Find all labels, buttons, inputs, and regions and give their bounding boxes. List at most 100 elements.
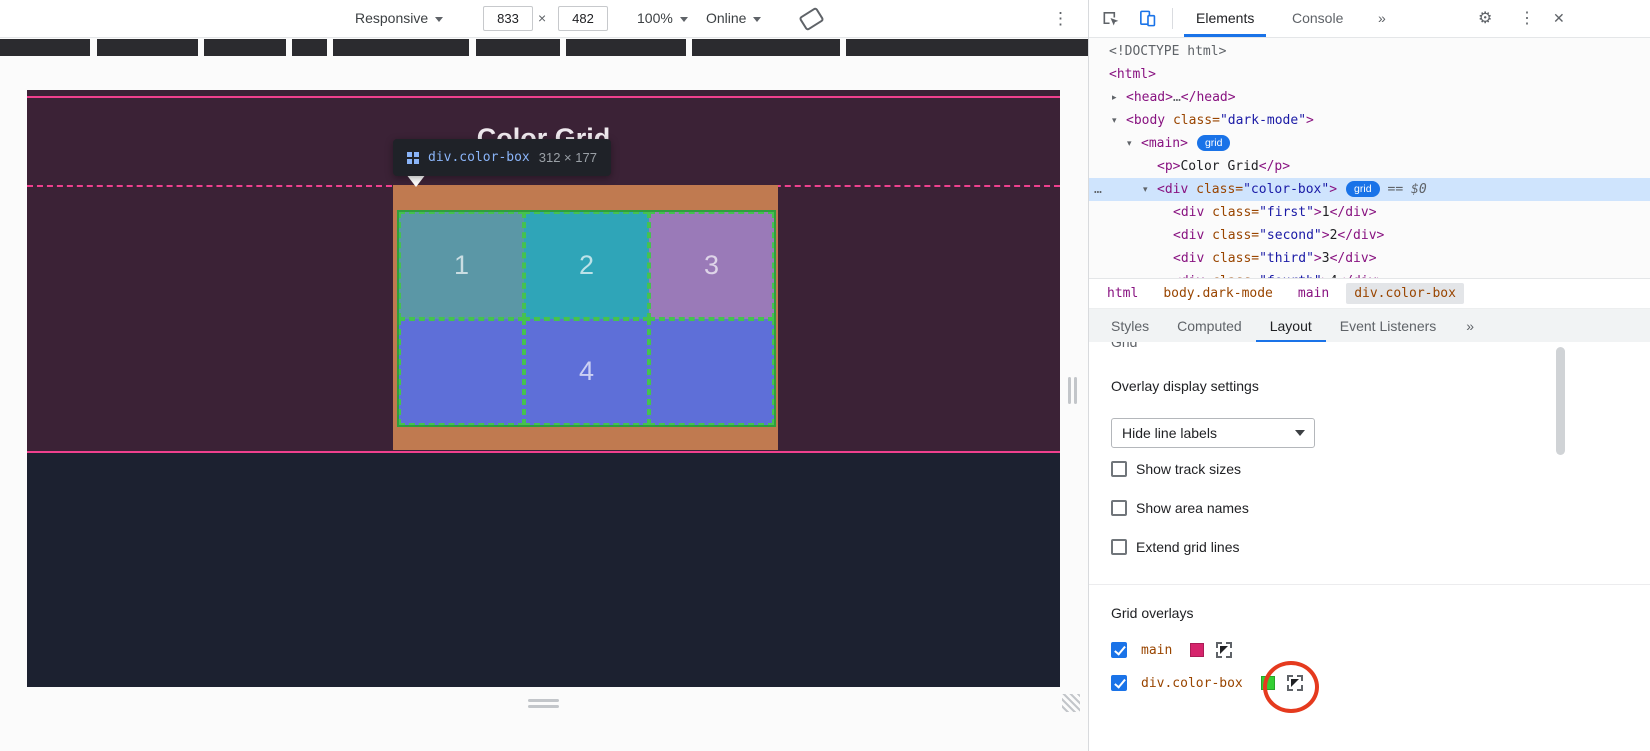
zoom-select[interactable]: 100%: [637, 0, 688, 37]
checkbox-unchecked[interactable]: [1111, 500, 1127, 516]
device-type-select[interactable]: Responsive: [355, 0, 444, 37]
overlay-element-label: div.color-box: [1141, 675, 1243, 691]
tree-row[interactable]: ▾ <main> grid: [1089, 132, 1650, 155]
checkbox-option[interactable]: Show track sizes: [1111, 457, 1241, 481]
breadcrumb-item[interactable]: main: [1290, 283, 1337, 304]
device-toolbar: Responsive 833 × 482 100% Online ⋮: [0, 0, 1088, 38]
checkbox-unchecked[interactable]: [1111, 539, 1127, 555]
tree-row[interactable]: <html>: [1089, 63, 1650, 86]
overlay-display-settings-title: Overlay display settings: [1111, 378, 1259, 394]
tab-styles[interactable]: Styles: [1097, 309, 1163, 343]
tooltip-dimensions: 312 × 177: [538, 150, 597, 165]
kebab-menu-icon[interactable]: ⋮: [1519, 0, 1535, 37]
throttle-select[interactable]: Online: [706, 0, 762, 37]
breadcrumb-item[interactable]: div.color-box: [1346, 283, 1464, 304]
viewport-width-input[interactable]: 833: [483, 6, 533, 31]
tree-row[interactable]: ▾ <body class="dark-mode">: [1089, 109, 1650, 132]
code-token: >: [1306, 113, 1314, 128]
code-token: </p>: [1258, 159, 1291, 174]
code-token: <main>: [1141, 136, 1188, 151]
grid-cell: 2: [524, 212, 649, 319]
twisty-down-icon[interactable]: ▾: [1112, 109, 1124, 132]
chevron-down-icon: [435, 16, 444, 22]
dimension-separator: ×: [538, 10, 547, 26]
gear-icon[interactable]: ⚙: [1478, 0, 1492, 37]
color-grid: 1234: [397, 210, 776, 427]
media-query-bar: [692, 39, 840, 56]
code-token: class=: [1204, 251, 1260, 266]
code-token: <body: [1126, 113, 1166, 128]
code-token: <div: [1157, 182, 1189, 197]
tree-row[interactable]: <!DOCTYPE html>: [1089, 40, 1650, 63]
tree-row[interactable]: <div class="second">2</div>: [1089, 224, 1650, 247]
viewport-resize-handle-bottom[interactable]: [528, 699, 559, 708]
tree-row[interactable]: <div class="first">1</div>: [1089, 201, 1650, 224]
kebab-menu-icon[interactable]: ⋮: [1052, 0, 1069, 37]
grid-cell: 3: [649, 212, 774, 319]
grid-overlay-row[interactable]: main: [1111, 638, 1233, 662]
viewport-resize-handle-right[interactable]: [1068, 377, 1077, 404]
code-token: <!DOCTYPE html>: [1109, 44, 1227, 59]
grid-badge[interactable]: grid: [1196, 135, 1231, 151]
media-query-bar: [0, 39, 90, 56]
code-token: 3: [1321, 251, 1330, 266]
checkbox-option[interactable]: Show area names: [1111, 496, 1249, 520]
chevron-down-icon: [679, 16, 688, 22]
checkbox-option[interactable]: Extend grid lines: [1111, 535, 1240, 559]
tab-layout[interactable]: Layout: [1256, 309, 1326, 343]
media-query-bar: [204, 39, 286, 56]
close-icon[interactable]: ✕: [1553, 0, 1565, 37]
checkbox-unchecked[interactable]: [1111, 461, 1127, 477]
throttle-value: Online: [706, 10, 747, 26]
rotate-viewport-icon[interactable]: [798, 6, 825, 32]
elements-tree: <!DOCTYPE html> <html> ▸ <head>…</head> ▾ <bo…: [1089, 37, 1650, 278]
tab-event-listeners[interactable]: Event Listeners: [1326, 309, 1451, 343]
checkbox-label: Show area names: [1136, 500, 1249, 516]
code-token: <html>: [1109, 67, 1156, 82]
scrollbar[interactable]: [1556, 347, 1565, 455]
line-labels-select[interactable]: Hide line labels: [1111, 418, 1315, 448]
grid-cell: 4: [524, 318, 649, 425]
checkbox-label: Show track sizes: [1136, 461, 1242, 477]
twisty-right-icon[interactable]: ▸: [1112, 86, 1124, 109]
twisty-down-icon[interactable]: ▾: [1143, 178, 1155, 201]
tree-row[interactable]: <p>Color Grid</p>: [1089, 155, 1650, 178]
device-viewport: Color Grid 1234: [27, 90, 1060, 687]
tree-row[interactable]: … ▾ <div class="color-box"> grid == $0: [1089, 178, 1650, 201]
inspect-element-icon[interactable]: [1101, 9, 1120, 28]
zoom-value: 100%: [637, 10, 673, 26]
tab-elements[interactable]: Elements: [1184, 0, 1266, 37]
code-token: <div: [1173, 228, 1205, 243]
code-token: >: [1313, 251, 1322, 266]
more-tabs-button[interactable]: »: [1378, 0, 1386, 37]
code-token: …: [1172, 90, 1181, 105]
code-token: 1: [1321, 205, 1330, 220]
grid-cell: 1: [399, 212, 524, 319]
code-token: </div>: [1329, 251, 1377, 266]
tab-computed[interactable]: Computed: [1163, 309, 1256, 343]
breadcrumb-item[interactable]: html: [1099, 283, 1146, 304]
tree-row[interactable]: ▸ <head>…</head>: [1089, 86, 1650, 109]
media-query-bar: [846, 39, 1088, 56]
breadcrumb-item[interactable]: body.dark-mode: [1155, 283, 1281, 304]
tree-row[interactable]: <div class="fourth">4</div>: [1089, 270, 1650, 278]
color-swatch: [1190, 643, 1205, 657]
more-tabs-button[interactable]: »: [1450, 309, 1490, 343]
grid-badge[interactable]: grid: [1346, 181, 1380, 197]
annotation-circle: [1263, 661, 1319, 713]
viewport-resize-handle-corner[interactable]: [1062, 694, 1080, 712]
code-token: Color Grid: [1180, 159, 1259, 174]
code-token: "first": [1259, 205, 1314, 220]
tab-console[interactable]: Console: [1280, 0, 1355, 37]
checkbox-checked[interactable]: [1111, 642, 1127, 658]
device-toolbar-icon[interactable]: [1138, 9, 1157, 28]
twisty-down-icon[interactable]: ▾: [1127, 132, 1139, 155]
checkbox-checked[interactable]: [1111, 675, 1127, 691]
devtools-toolbar: Elements Console » ⚙ ⋮ ✕: [1089, 0, 1650, 38]
select-overlay-icon[interactable]: [1216, 642, 1233, 658]
browser-window: Responsive 833 × 482 100% Online ⋮ Color…: [0, 0, 1650, 751]
code-token: >: [1313, 205, 1322, 220]
tree-row[interactable]: <div class="third">3</div>: [1089, 247, 1650, 270]
grid-overlays-title: Grid overlays: [1111, 605, 1194, 621]
viewport-height-input[interactable]: 482: [558, 6, 608, 31]
